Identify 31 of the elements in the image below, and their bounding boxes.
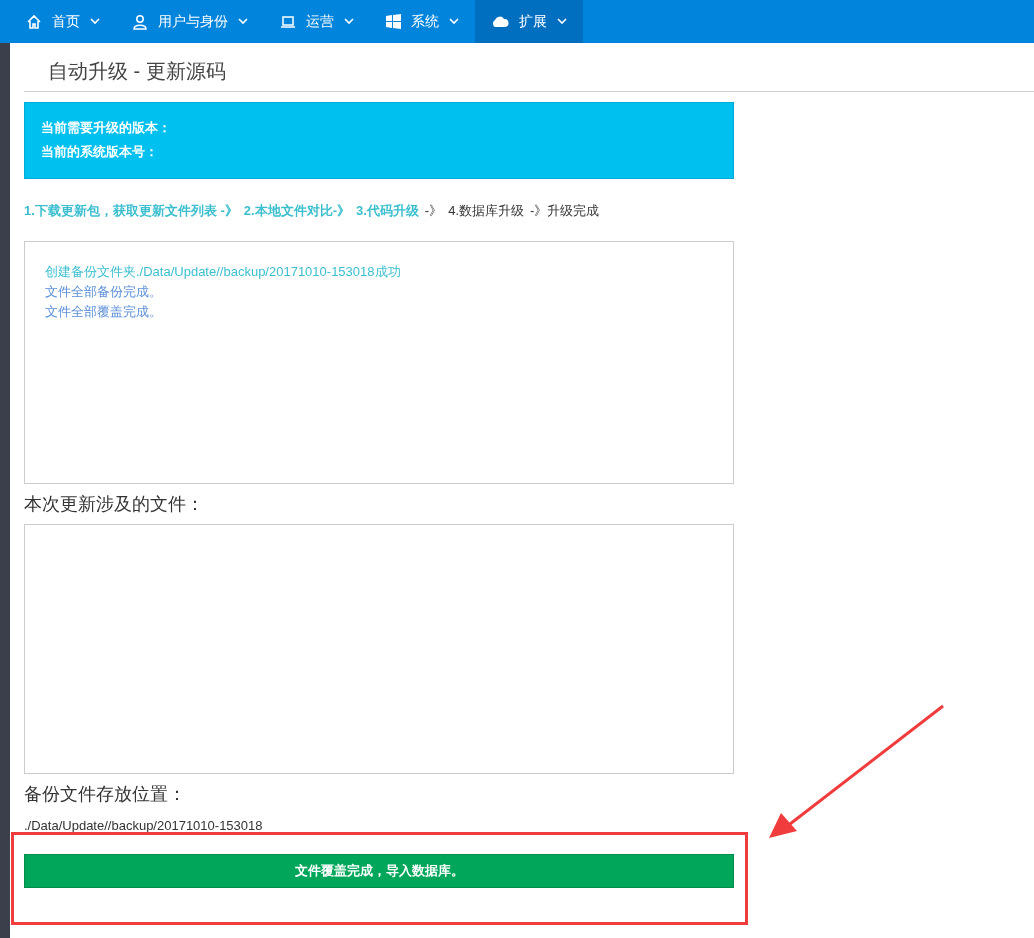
caret-icon [557, 18, 567, 25]
caret-icon [449, 18, 459, 25]
caret-icon [90, 18, 100, 25]
caret-icon [238, 18, 248, 25]
nav-menu-item[interactable]: 用户与身份 [116, 0, 264, 43]
step-label: -》 [424, 202, 443, 220]
nav-menu-item[interactable]: 扩展 [475, 0, 583, 43]
nav-menu-item[interactable]: 运营 [264, 0, 370, 43]
log-line: 文件全部备份完成。 [45, 282, 163, 301]
step-label: -》升级完成 [530, 202, 600, 220]
laptop-icon [280, 14, 296, 29]
nav-menu-item[interactable]: 系统 [370, 0, 475, 43]
import-database-button[interactable]: 文件覆盖完成，导入数据库。 [24, 853, 734, 888]
info-text: 当前需要升级的版本： [41, 119, 172, 137]
info-text: 当前的系统版本号： [41, 143, 159, 161]
page-title: 自动升级 - 更新源码 [48, 59, 227, 84]
log-line: 创建备份文件夹./Data/Update//backup/20171010-153018成功 [45, 262, 402, 281]
nav-menu-item[interactable]: 首页 [10, 0, 116, 43]
backup-path: ./Data/Update//backup/20171010-153018 [24, 817, 264, 834]
section-heading: 备份文件存放位置： [24, 782, 187, 806]
caret-icon [344, 18, 354, 25]
log-line: 文件全部覆盖完成。 [45, 302, 163, 321]
windows-icon [386, 14, 401, 29]
step-label: 3.代码升级 [355, 202, 419, 220]
user-icon [132, 13, 148, 30]
home-icon [26, 13, 42, 30]
step-label: 1.下载更新包，获取更新文件列表 -》 [24, 202, 238, 220]
section-heading: 本次更新涉及的文件： [24, 492, 205, 516]
step-label: 4.数据库升级 [448, 202, 524, 220]
cloud-icon [491, 15, 509, 28]
step-label: 2.本地文件对比-》 [243, 202, 350, 220]
